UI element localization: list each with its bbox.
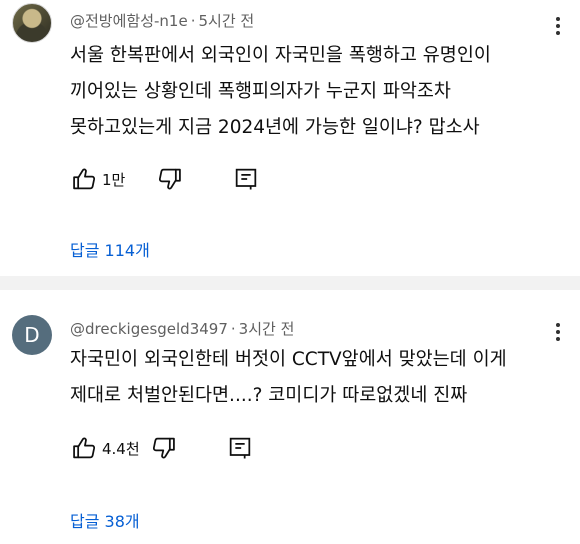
like-count: 4.4천	[102, 439, 140, 458]
more-vert-icon[interactable]	[556, 17, 560, 35]
comment-line: 못하고있는게 지금 2024년에 가능한 일이냐? 맙소사	[70, 117, 480, 138]
comment-time[interactable]: 3시간 전	[239, 320, 295, 338]
comment-actions: 4.4천	[70, 433, 254, 463]
thumbs-up-icon[interactable]	[70, 434, 98, 462]
meta-separator: ·	[230, 320, 236, 338]
comment-actions: 1만	[70, 164, 260, 194]
thumbs-up-icon[interactable]	[70, 165, 98, 193]
more-vert-icon[interactable]	[556, 323, 560, 341]
avatar[interactable]	[12, 3, 52, 43]
comment-header: @전방에함성-n1e · 5시간 전	[70, 10, 254, 31]
author-handle[interactable]: @dreckigesgeld3497	[70, 320, 228, 338]
thread-divider	[0, 276, 580, 290]
meta-separator: ·	[190, 12, 196, 30]
comment-text: 자국민이 외국인한테 버젓이 CCTV앞에서 맞았는데 이게 제대로 처벌안된다…	[70, 342, 565, 414]
comment-line: 끼어있는 상황인데 폭행피의자가 누군지 파악조차	[70, 81, 451, 102]
thumbs-down-icon[interactable]	[150, 434, 178, 462]
replies-toggle[interactable]: 답글 114개	[70, 237, 150, 261]
thumbs-down-icon[interactable]	[156, 165, 184, 193]
reply-icon[interactable]	[226, 434, 254, 462]
comment-thread: D @dreckigesgeld3497 · 3시간 전 자국민이 외국인한테 버젓…	[0, 300, 580, 544]
comment-thread: @전방에함성-n1e · 5시간 전 서울 한복판에서 외국인이 자국민을 폭행하고…	[0, 0, 580, 272]
comment-header: @dreckigesgeld3497 · 3시간 전	[70, 318, 294, 339]
reply-icon[interactable]	[232, 165, 260, 193]
comment-time[interactable]: 5시간 전	[198, 12, 254, 30]
avatar[interactable]: D	[12, 315, 52, 355]
comment-text: 서울 한복판에서 외국인이 자국민을 폭행하고 유명인이 끼어있는 상황인데 폭…	[70, 38, 565, 146]
replies-toggle[interactable]: 답글 38개	[70, 508, 140, 532]
comment-line: 서울 한복판에서 외국인이 자국민을 폭행하고 유명인이	[70, 45, 491, 66]
comment-line: 제대로 처벌안된다면....? 코미디가 따로없겠네 진짜	[70, 385, 468, 406]
comment-line: 자국민이 외국인한테 버젓이 CCTV앞에서 맞았는데 이게	[70, 349, 507, 370]
like-count: 1만	[102, 170, 126, 189]
author-handle[interactable]: @전방에함성-n1e	[70, 12, 188, 30]
